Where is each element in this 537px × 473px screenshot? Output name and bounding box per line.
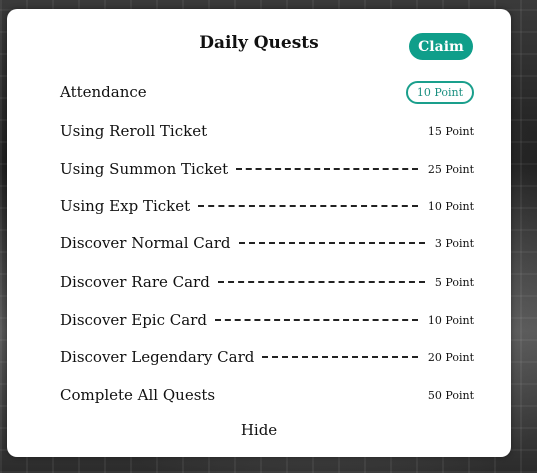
quest-row-exp: Using Exp Ticket 10 Point <box>60 193 474 219</box>
quest-label: Using Exp Ticket <box>60 197 191 215</box>
quest-points: 5 Point <box>434 275 474 289</box>
quest-label: Complete All Quests <box>60 386 216 404</box>
quest-points: 50 Point <box>427 388 474 402</box>
claim-button[interactable]: Claim <box>409 33 473 60</box>
quest-points: 20 Point <box>427 350 474 364</box>
dashed-leader <box>236 168 418 170</box>
quest-points: 15 Point <box>427 124 474 138</box>
quest-label: Discover Rare Card <box>60 273 210 291</box>
hide-button[interactable]: Hide <box>7 421 511 439</box>
dashed-leader <box>198 205 418 207</box>
quest-points: 3 Point <box>434 236 474 250</box>
quest-row-complete-all: Complete All Quests 50 Point <box>60 382 474 408</box>
quest-row-legendary-card: Discover Legendary Card 20 Point <box>60 344 474 370</box>
quest-label: Attendance <box>60 83 147 101</box>
dashed-leader <box>262 356 418 358</box>
quest-points: 10 Point <box>427 313 474 327</box>
quest-row-reroll: Using Reroll Ticket 15 Point <box>60 118 474 144</box>
quest-label: Discover Epic Card <box>60 311 207 329</box>
quest-label: Discover Normal Card <box>60 234 231 252</box>
quest-row-rare-card: Discover Rare Card 5 Point <box>60 269 474 295</box>
quest-label: Discover Legendary Card <box>60 348 255 366</box>
quest-label: Using Reroll Ticket <box>60 122 208 140</box>
quest-row-normal-card: Discover Normal Card 3 Point <box>60 230 474 256</box>
quest-label: Using Summon Ticket <box>60 160 229 178</box>
quest-row-epic-card: Discover Epic Card 10 Point <box>60 307 474 333</box>
quest-row-summon: Using Summon Ticket 25 Point <box>60 156 474 182</box>
daily-quests-dialog: Daily Quests Claim Attendance 10 Point U… <box>7 9 511 457</box>
dashed-leader <box>238 242 425 244</box>
quest-points-claimable[interactable]: 10 Point <box>405 80 474 104</box>
dashed-leader <box>214 319 418 321</box>
quest-row-attendance: Attendance 10 Point <box>60 79 474 105</box>
quest-points: 10 Point <box>427 199 474 213</box>
dashed-leader <box>217 281 425 283</box>
quest-points: 25 Point <box>427 162 474 176</box>
